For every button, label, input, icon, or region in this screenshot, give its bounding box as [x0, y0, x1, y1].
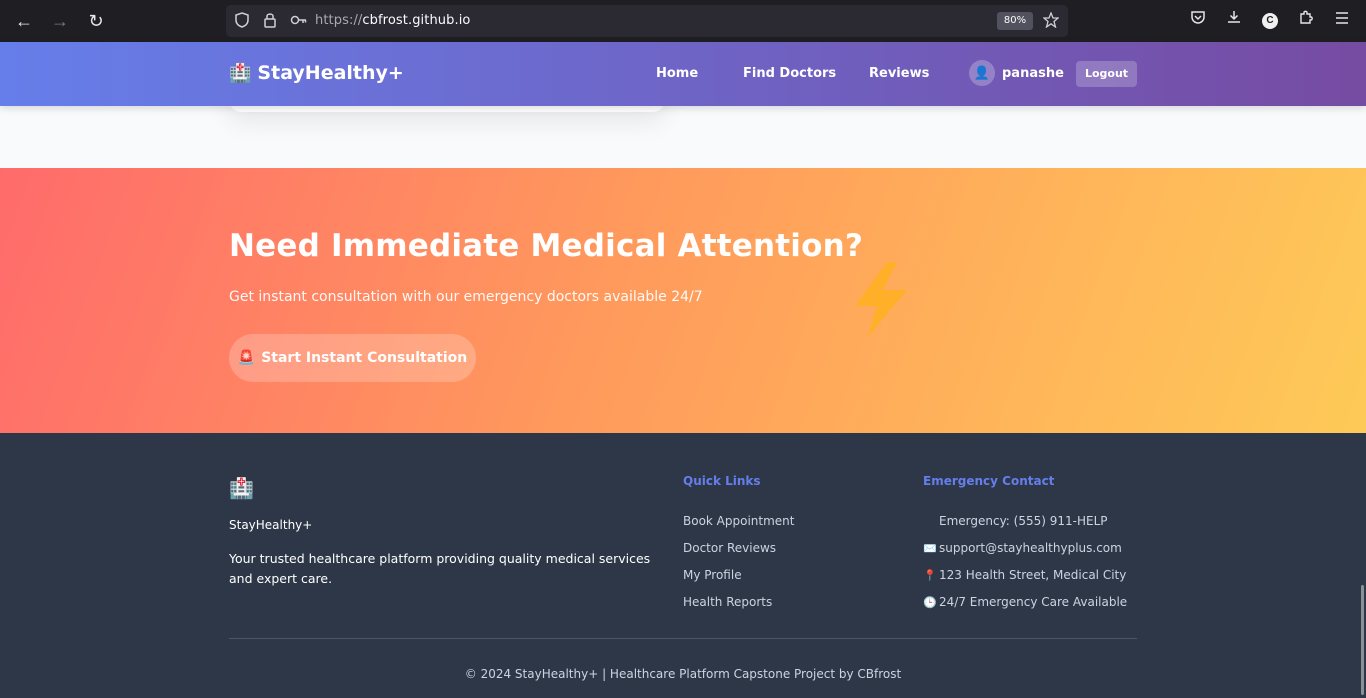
contact-address: 📍 123 Health Street, Medical City	[923, 568, 1127, 582]
footer-link-my-profile[interactable]: My Profile	[683, 568, 742, 582]
pocket-icon[interactable]	[1186, 9, 1210, 33]
emergency-contact-heading: Emergency Contact	[923, 474, 1055, 488]
user-avatar-icon[interactable]: 👤	[969, 60, 995, 86]
lightning-bolt-icon	[855, 262, 907, 338]
bookmark-star-icon[interactable]	[1042, 11, 1060, 30]
siren-icon: 🚨	[237, 350, 256, 366]
downloads-icon[interactable]	[1222, 9, 1246, 33]
nav-home[interactable]: Home	[656, 66, 698, 81]
contact-email[interactable]: ✉️ support@stayhealthyplus.com	[923, 541, 1122, 555]
hospital-icon: 🏥	[229, 63, 252, 84]
footer-divider	[229, 638, 1137, 639]
start-consultation-button[interactable]: 🚨 Start Instant Consultation	[229, 334, 476, 382]
quick-links-heading: Quick Links	[683, 474, 761, 488]
copyright-text: © 2024 StayHealthy+ | Healthcare Platfor…	[464, 667, 902, 681]
nav-reviews[interactable]: Reviews	[869, 66, 929, 81]
footer-link-book-appointment[interactable]: Book Appointment	[683, 514, 795, 528]
browser-toolbar: ← → ↻ https://cbfrost.github.io 80% C	[0, 0, 1366, 42]
address-bar[interactable]: https://cbfrost.github.io 80%	[226, 5, 1068, 37]
banner-title: Need Immediate Medical Attention?	[229, 228, 864, 264]
zoom-level-badge[interactable]: 80%	[997, 12, 1033, 30]
brand-logo[interactable]: 🏥 StayHealthy+	[229, 62, 404, 84]
email-icon: ✉️	[923, 542, 937, 555]
site-footer: 🏥 StayHealthy+ Your trusted healthcare p…	[0, 433, 1366, 698]
hospital-icon: 🏥	[229, 478, 254, 500]
nav-find-doctors[interactable]: Find Doctors	[743, 66, 836, 81]
contact-hours: 🕒 24/7 Emergency Care Available	[923, 595, 1128, 609]
footer-link-doctor-reviews[interactable]: Doctor Reviews	[683, 541, 776, 555]
banner-subtitle: Get instant consultation with our emerge…	[229, 289, 703, 305]
lock-icon[interactable]	[261, 12, 279, 30]
footer-link-health-reports[interactable]: Health Reports	[683, 595, 772, 609]
logout-button[interactable]: Logout	[1076, 61, 1137, 87]
page-scrollbar[interactable]	[1361, 585, 1364, 695]
footer-brand: StayHealthy+	[229, 518, 313, 532]
forward-icon[interactable]: →	[48, 9, 72, 33]
extensions-icon[interactable]	[1294, 9, 1318, 33]
site-header: 🏥 StayHealthy+ Home Find Doctors Reviews …	[0, 42, 1366, 106]
contact-phone: Emergency: (555) 911-HELP	[939, 514, 1108, 528]
emergency-banner: Need Immediate Medical Attention? Get in…	[0, 168, 1366, 433]
account-avatar[interactable]: C	[1262, 13, 1278, 29]
menu-icon[interactable]	[1330, 9, 1354, 33]
clock-icon: 🕒	[923, 596, 937, 609]
key-icon[interactable]	[288, 12, 310, 30]
user-name[interactable]: panashe	[1002, 66, 1064, 81]
reload-icon[interactable]: ↻	[84, 9, 108, 33]
back-icon[interactable]: ←	[12, 9, 36, 33]
url-text[interactable]: https://cbfrost.github.io	[315, 13, 471, 28]
location-pin-icon: 📍	[923, 569, 937, 582]
shield-icon[interactable]	[233, 12, 251, 30]
footer-description: Your trusted healthcare platform providi…	[229, 551, 651, 586]
content-section-end	[0, 106, 1366, 168]
